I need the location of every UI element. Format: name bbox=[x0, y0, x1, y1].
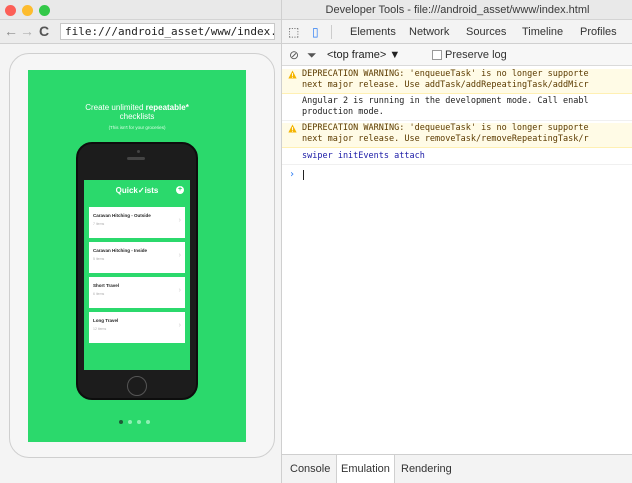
tab-elements[interactable]: Elements bbox=[350, 26, 396, 38]
phone-home-button bbox=[127, 376, 147, 396]
console-prompt[interactable]: › bbox=[282, 169, 632, 183]
prompt-chevron-icon: › bbox=[289, 169, 296, 180]
add-list-icon[interactable]: + bbox=[176, 186, 184, 194]
list-item-count: 7 items bbox=[93, 222, 105, 226]
devtools-title: Developer Tools - file:///android_asset/… bbox=[282, 0, 632, 20]
message-line: DEPRECATION WARNING: 'enqueueTask' is no… bbox=[302, 69, 589, 79]
list-item[interactable]: Short Travel 6 items › bbox=[89, 277, 185, 308]
phone-screen: Quick✓ists + Caravan Hitching - Outside … bbox=[84, 180, 190, 370]
list-item-title: Long Travel bbox=[93, 318, 119, 323]
browser-toolbar: ← → C file:///android_asset/www/index.ht… bbox=[0, 20, 281, 44]
inspect-element-icon[interactable]: ⬚ bbox=[288, 25, 299, 39]
drawer-tab-emulation[interactable]: Emulation bbox=[336, 455, 395, 483]
console-output: DEPRECATION WARNING: 'enqueueTask' is no… bbox=[282, 66, 632, 454]
carousel-pager bbox=[119, 420, 159, 426]
tab-profiles[interactable]: Profiles bbox=[580, 26, 617, 38]
promo-headline-line2: checklists bbox=[119, 112, 155, 121]
pager-dot[interactable] bbox=[119, 420, 123, 424]
list-item-count: 6 items bbox=[93, 292, 105, 296]
list-item[interactable]: Long Travel 12 items › bbox=[89, 312, 185, 343]
console-toolbar: ⊘ ⏷ <top frame> ▼ Preserve log bbox=[282, 44, 632, 66]
message-line: next major release. Use addTask/addRepea… bbox=[302, 80, 589, 90]
list-item-title: Short Travel bbox=[93, 283, 120, 288]
minimize-window-button[interactable] bbox=[22, 5, 33, 16]
message-line: DEPRECATION WARNING: 'dequeueTask' is no… bbox=[302, 123, 589, 133]
reload-icon[interactable]: C bbox=[39, 24, 49, 38]
phone-speaker bbox=[127, 157, 145, 160]
list-item-count: 12 items bbox=[93, 327, 107, 331]
message-line: Angular 2 is running in the development … bbox=[302, 96, 589, 106]
warning-icon bbox=[288, 70, 297, 79]
phone-mockup: Quick✓ists + Caravan Hitching - Outside … bbox=[76, 142, 198, 400]
toolbar-divider bbox=[331, 25, 332, 39]
device-mode-icon[interactable]: ▯ bbox=[312, 25, 319, 39]
console-message-info: swiper initEvents attach bbox=[282, 151, 632, 165]
text-cursor bbox=[303, 170, 304, 180]
console-message-log: Angular 2 is running in the development … bbox=[282, 96, 632, 121]
frame-selector[interactable]: <top frame> ▼ bbox=[327, 49, 400, 61]
close-window-button[interactable] bbox=[5, 5, 16, 16]
chevron-right-icon: › bbox=[178, 252, 181, 259]
message-line: swiper initEvents attach bbox=[302, 151, 425, 161]
browser-window: ← → C file:///android_asset/www/index.ht… bbox=[0, 0, 281, 483]
back-arrow-icon[interactable]: ← bbox=[4, 24, 18, 38]
zoom-window-button[interactable] bbox=[39, 5, 50, 16]
list-item[interactable]: Caravan Hitching - Outside 7 items › bbox=[89, 207, 185, 238]
preserve-log-checkbox[interactable] bbox=[432, 50, 442, 60]
pager-dot[interactable] bbox=[128, 420, 132, 424]
drawer-tab-rendering[interactable]: Rendering bbox=[397, 455, 456, 483]
phone-camera bbox=[137, 150, 140, 153]
chevron-right-icon: › bbox=[178, 287, 181, 294]
console-message-text: swiper initEvents attach bbox=[302, 151, 425, 162]
console-message-text: DEPRECATION WARNING: 'enqueueTask' is no… bbox=[302, 69, 589, 91]
forward-arrow-icon[interactable]: → bbox=[20, 24, 34, 38]
console-message-warning: DEPRECATION WARNING: 'enqueueTask' is no… bbox=[282, 69, 632, 94]
window-titlebar bbox=[0, 0, 281, 20]
message-line: production mode. bbox=[302, 107, 384, 117]
devtools-window: Developer Tools - file:///android_asset/… bbox=[281, 0, 632, 483]
filter-icon[interactable]: ⏷ bbox=[307, 48, 317, 62]
screen-root: ← → C file:///android_asset/www/index.ht… bbox=[0, 0, 632, 483]
app-header: Quick✓ists + bbox=[84, 180, 190, 202]
promo-headline: Create unlimited repeatable* bbox=[85, 103, 189, 112]
devtools-drawer: Console Emulation Rendering bbox=[282, 454, 632, 483]
address-bar[interactable]: file:///android_asset/www/index.html bbox=[60, 23, 275, 40]
warning-icon bbox=[288, 124, 297, 133]
tab-sources[interactable]: Sources bbox=[466, 26, 506, 38]
list-item-title: Caravan Hitching - Outside bbox=[93, 213, 151, 218]
list-item-title: Caravan Hitching - Inside bbox=[93, 248, 148, 253]
message-line: next major release. Use removeTask/remov… bbox=[302, 134, 589, 144]
pager-dot[interactable] bbox=[146, 420, 150, 424]
app-screen: Create unlimited repeatable* checklists … bbox=[28, 70, 246, 442]
tab-network[interactable]: Network bbox=[409, 26, 449, 38]
console-message-warning: DEPRECATION WARNING: 'dequeueTask' is no… bbox=[282, 123, 632, 148]
list-item[interactable]: Caravan Hitching - Inside 5 items › bbox=[89, 242, 185, 273]
pager-dot[interactable] bbox=[137, 420, 141, 424]
devtools-tabbar: ⬚ ▯ Elements Network Sources Timeline Pr… bbox=[282, 20, 632, 44]
list-item-count: 5 items bbox=[93, 257, 105, 261]
chevron-right-icon: › bbox=[178, 322, 181, 329]
console-message-text: DEPRECATION WARNING: 'dequeueTask' is no… bbox=[302, 123, 589, 145]
clear-console-icon[interactable]: ⊘ bbox=[289, 48, 299, 62]
app-title: Quick✓ists bbox=[115, 186, 159, 195]
drawer-tab-console[interactable]: Console bbox=[286, 455, 334, 483]
promo-note: (This isn't for your groceries) bbox=[108, 125, 166, 130]
tab-timeline[interactable]: Timeline bbox=[522, 26, 563, 38]
preserve-log-label: Preserve log bbox=[445, 49, 507, 61]
chevron-right-icon: › bbox=[178, 217, 181, 224]
console-message-text: Angular 2 is running in the development … bbox=[302, 96, 589, 118]
